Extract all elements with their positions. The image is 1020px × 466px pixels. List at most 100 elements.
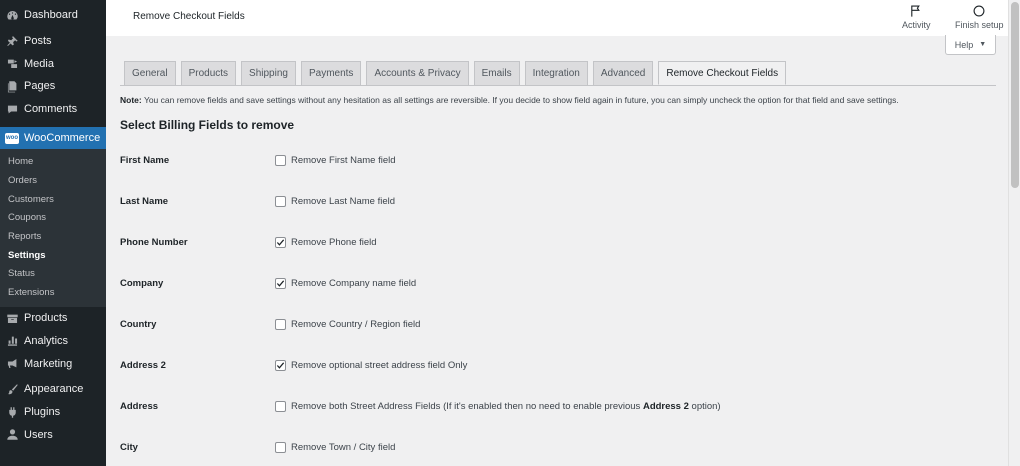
pin-icon xyxy=(5,34,19,48)
menu-label: Plugins xyxy=(24,406,61,419)
menu-label: Marketing xyxy=(24,357,73,370)
field-row-city: City Remove Town / City field xyxy=(120,438,1000,456)
checkmark-icon xyxy=(276,279,285,287)
activity-label: Activity xyxy=(902,20,931,30)
checkbox-label[interactable]: Remove both Street Address Fields (If it… xyxy=(291,401,721,412)
tab-emails[interactable]: Emails xyxy=(473,61,520,85)
menu-item-posts[interactable]: Posts xyxy=(0,30,106,53)
page-scrollbar[interactable] xyxy=(1008,0,1020,466)
remove-address-2-checkbox[interactable] xyxy=(275,359,286,371)
settings-note: Note: You can remove fields and save set… xyxy=(120,95,899,105)
submenu-item-reports[interactable]: Reports xyxy=(0,227,106,246)
field-label: Address 2 xyxy=(120,359,166,371)
submenu-item-coupons[interactable]: Coupons xyxy=(0,209,106,228)
tab-payments[interactable]: Payments xyxy=(300,61,362,85)
menu-label: Dashboard xyxy=(24,9,78,22)
woo-badge: woo xyxy=(5,132,19,144)
checkbox-label-suffix: option) xyxy=(688,400,721,412)
section-title: Select Billing Fields to remove xyxy=(120,118,295,132)
remove-country-checkbox[interactable] xyxy=(275,318,286,330)
tab-accounts-privacy[interactable]: Accounts & Privacy xyxy=(366,61,469,85)
note-text: You can remove fields and save settings … xyxy=(141,95,899,105)
brush-icon xyxy=(5,382,19,396)
menu-item-appearance[interactable]: Appearance xyxy=(0,378,106,401)
checkbox-label[interactable]: Remove Town / City field xyxy=(291,442,395,453)
checkmark-icon xyxy=(276,238,285,246)
activity-button[interactable]: Activity xyxy=(902,4,931,30)
checkbox-label[interactable]: Remove Company name field xyxy=(291,278,416,289)
submenu-item-settings[interactable]: Settings xyxy=(0,246,106,265)
remove-phone-checkbox[interactable] xyxy=(275,236,286,248)
remove-address-checkbox[interactable] xyxy=(275,400,286,412)
flag-icon xyxy=(911,5,921,17)
checkmark-icon xyxy=(276,361,285,369)
settings-tabs: General Products Shipping Payments Accou… xyxy=(124,61,791,85)
archive-icon xyxy=(5,311,19,325)
menu-label: Comments xyxy=(24,103,78,116)
checkbox-label[interactable]: Remove Last Name field xyxy=(291,196,395,207)
menu-item-media[interactable]: Media xyxy=(0,52,106,75)
menu-label: WooCommerce xyxy=(24,132,101,145)
page-title: Remove Checkout Fields xyxy=(133,11,245,22)
submenu-item-home[interactable]: Home xyxy=(0,152,106,171)
field-row-phone: Phone Number Remove Phone field xyxy=(120,233,1000,251)
checkbox-label[interactable]: Remove First Name field xyxy=(291,155,396,166)
menu-item-plugins[interactable]: Plugins xyxy=(0,401,106,424)
field-row-last-name: Last Name Remove Last Name field xyxy=(120,192,1000,210)
field-label: First Name xyxy=(120,154,170,166)
checkbox-label-text: Remove both Street Address Fields (If it… xyxy=(291,400,643,412)
settings-content: General Products Shipping Payments Accou… xyxy=(106,36,1008,466)
submenu-item-customers[interactable]: Customers xyxy=(0,190,106,209)
field-label: Phone Number xyxy=(120,236,188,248)
checkbox-label[interactable]: Remove Country / Region field xyxy=(291,319,420,330)
menu-item-pages[interactable]: Pages xyxy=(0,75,106,98)
submenu-item-orders[interactable]: Orders xyxy=(0,171,106,190)
field-row-address: Address Remove both Street Address Field… xyxy=(120,397,1000,415)
menu-label: Appearance xyxy=(24,383,84,396)
menu-item-marketing[interactable]: Marketing xyxy=(0,352,106,375)
note-prefix: Note: xyxy=(120,95,142,105)
pages-icon xyxy=(5,79,19,93)
checkbox-label[interactable]: Remove optional street address field Onl… xyxy=(291,360,467,371)
menu-item-analytics[interactable]: Analytics xyxy=(0,330,106,353)
tab-divider xyxy=(120,84,996,86)
finish-setup-button[interactable]: Finish setup xyxy=(955,4,1004,30)
field-row-address-2: Address 2 Remove optional street address… xyxy=(120,356,1000,374)
top-header-bar: Remove Checkout Fields Activity Finish s… xyxy=(106,0,1020,36)
dashboard-icon xyxy=(5,8,19,22)
menu-item-comments[interactable]: Comments xyxy=(0,98,106,121)
remove-last-name-checkbox[interactable] xyxy=(275,195,286,207)
remove-company-checkbox[interactable] xyxy=(275,277,286,289)
field-label: City xyxy=(120,441,138,453)
tab-shipping[interactable]: Shipping xyxy=(241,61,296,85)
remove-city-checkbox[interactable] xyxy=(275,441,286,453)
submenu-item-extensions[interactable]: Extensions xyxy=(0,283,106,302)
tab-general[interactable]: General xyxy=(124,61,176,85)
megaphone-icon xyxy=(5,357,19,371)
menu-label: Analytics xyxy=(24,334,69,347)
tab-products[interactable]: Products xyxy=(180,61,237,85)
field-row-country: Country Remove Country / Region field xyxy=(120,315,1000,333)
menu-label: Pages xyxy=(24,80,56,93)
menu-item-dashboard[interactable]: Dashboard xyxy=(0,4,106,27)
admin-sidebar: Dashboard Posts Media Pages Comments woo… xyxy=(0,0,106,466)
field-label: Address xyxy=(120,400,159,412)
checkbox-label[interactable]: Remove Phone field xyxy=(291,237,377,248)
plugin-icon xyxy=(5,405,19,419)
tab-remove-checkout-fields[interactable]: Remove Checkout Fields xyxy=(658,61,787,85)
remove-first-name-checkbox[interactable] xyxy=(275,154,286,166)
submenu-item-status[interactable]: Status xyxy=(0,265,106,284)
scrollbar-thumb[interactable] xyxy=(1011,2,1019,188)
menu-item-users[interactable]: Users xyxy=(0,423,106,446)
finish-setup-label: Finish setup xyxy=(955,20,1004,30)
tab-integration[interactable]: Integration xyxy=(524,61,588,85)
chart-icon xyxy=(5,334,19,348)
media-icon xyxy=(5,57,19,71)
menu-item-products[interactable]: Products xyxy=(0,307,106,330)
field-label: Last Name xyxy=(120,195,169,207)
circle-progress-icon xyxy=(973,5,985,17)
tab-advanced[interactable]: Advanced xyxy=(592,61,654,85)
menu-item-woocommerce[interactable]: woo WooCommerce xyxy=(0,127,106,150)
field-row-first-name: First Name Remove First Name field xyxy=(120,151,1000,169)
menu-label: Products xyxy=(24,312,68,325)
